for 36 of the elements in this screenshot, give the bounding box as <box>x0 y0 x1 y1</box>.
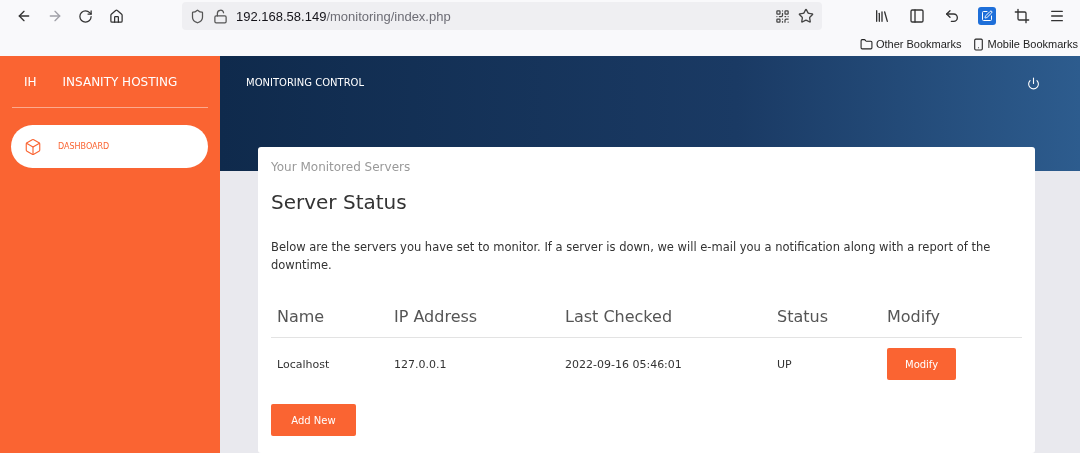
logo-initials: IH <box>24 74 37 89</box>
cube-icon <box>24 137 42 156</box>
table-cell-text: 127.0.0.1 <box>394 357 448 371</box>
table-cell-text: UP <box>777 357 793 371</box>
brand-name: INSANITY HOSTING <box>62 74 178 89</box>
card-title: Server Status <box>271 190 408 214</box>
card-subtitle: Your Monitored Servers <box>271 160 412 174</box>
folder-icon[interactable] <box>859 37 873 51</box>
power-icon[interactable] <box>1027 77 1040 90</box>
unlocked-padlock-icon <box>213 8 228 24</box>
column-header: Status <box>777 307 829 326</box>
home-icon[interactable] <box>109 8 124 24</box>
address-bar[interactable]: 192.168.58.149/monitoring/index.php <box>182 2 822 30</box>
sidebar-item-label: DASHBOARD <box>58 142 110 151</box>
table-cell-text: 2022-09-16 05:46:01 <box>565 357 683 371</box>
bookmark-link[interactable]: Other Bookmarks <box>875 38 962 50</box>
column-header: IP Address <box>394 307 479 326</box>
undo-icon[interactable] <box>943 8 960 24</box>
table-cell-text: Localhost <box>277 357 331 371</box>
shield-icon <box>190 8 205 24</box>
extension-icon[interactable] <box>977 7 996 25</box>
page-title: MONITORING CONTROL <box>246 77 365 88</box>
phone-icon[interactable] <box>971 37 985 51</box>
library-icon[interactable] <box>873 8 890 24</box>
crop-icon[interactable] <box>1013 8 1030 24</box>
column-header: Modify <box>887 307 941 326</box>
qr-code-icon[interactable] <box>775 8 790 24</box>
sidebar-icon[interactable] <box>908 8 925 24</box>
description-text: Below are the servers you have set to monitor. If a server is down, we will e-mail you a notification along with a report of the downtime. <box>271 239 992 274</box>
bookmark-link[interactable]: Mobile Bookmarks <box>987 38 1078 50</box>
url-text: 192.168.58.149/monitoring/index.php <box>236 8 452 24</box>
menu-icon[interactable] <box>1048 8 1065 24</box>
reload-icon[interactable] <box>78 8 93 24</box>
star-icon[interactable] <box>798 8 814 24</box>
column-header: Name <box>277 307 326 326</box>
column-header: Last Checked <box>565 307 674 326</box>
